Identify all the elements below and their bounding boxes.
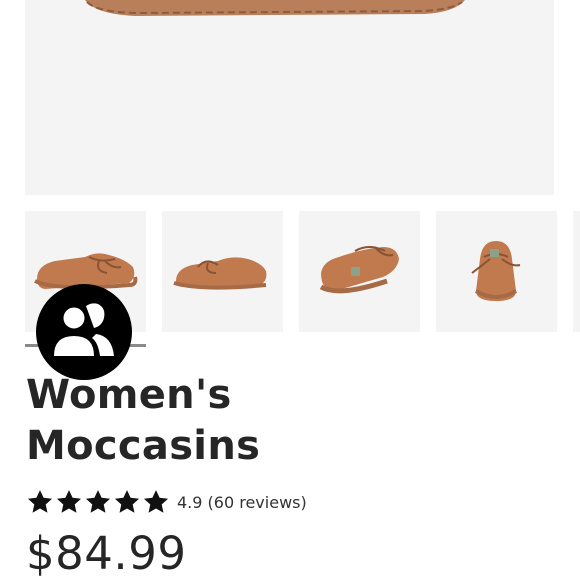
product-title: Women's Moccasins <box>26 370 260 472</box>
moccasin-thumbnail-2 <box>173 257 267 290</box>
star-icon <box>114 490 140 513</box>
product-price: $84.99 <box>26 527 187 580</box>
reviews-count: (60 reviews) <box>207 492 307 512</box>
shoe-sole-image <box>85 0 465 16</box>
star-rating <box>26 488 170 516</box>
moccasin-thumbnail-4 <box>471 241 521 301</box>
moccasin-thumbnail-3 <box>319 246 399 294</box>
chat-button[interactable] <box>36 284 132 380</box>
star-icon <box>85 490 111 513</box>
product-title-line-1: Women's <box>26 372 232 418</box>
thumbnail-partial[interactable] <box>573 211 580 332</box>
thumbnail-rear-three-quarter[interactable] <box>299 211 420 332</box>
star-icon <box>143 490 169 513</box>
rating-text: 4.9 (60 reviews) <box>177 493 307 512</box>
main-product-image[interactable] <box>25 0 554 195</box>
star-icon <box>56 490 82 513</box>
star-icon <box>27 490 53 513</box>
thumbnail-front[interactable] <box>436 211 557 332</box>
users-chat-icon <box>54 303 114 356</box>
product-title-line-2: Moccasins <box>26 423 261 469</box>
rating-value: 4.9 <box>177 492 203 512</box>
rating-row[interactable]: 4.9 (60 reviews) <box>26 488 307 516</box>
thumbnail-side[interactable] <box>162 211 283 332</box>
